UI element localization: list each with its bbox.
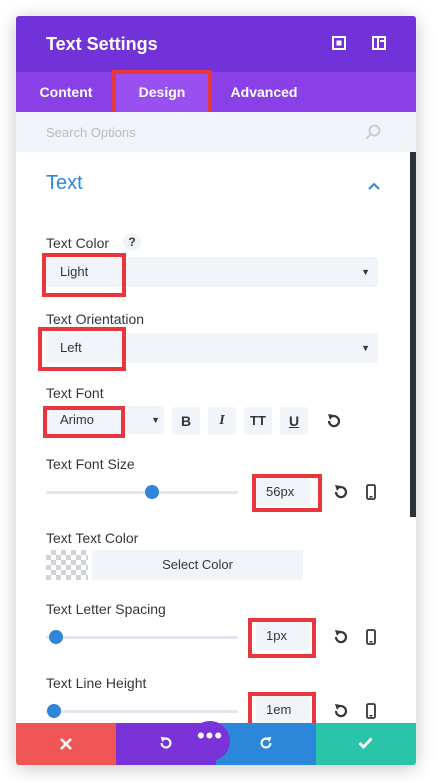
- text-color-label: Text Color: [46, 235, 110, 251]
- search-icon[interactable]: [364, 123, 382, 141]
- caret-down-icon: ▼: [361, 267, 370, 277]
- section-title: Text: [46, 172, 83, 194]
- caret-down-icon: ▼: [151, 415, 160, 425]
- cancel-button[interactable]: [16, 723, 116, 765]
- reset-icon[interactable]: [325, 412, 343, 430]
- letter-spacing-slider-thumb[interactable]: [49, 630, 63, 644]
- letter-spacing-slider[interactable]: [46, 636, 238, 639]
- chevron-up-icon[interactable]: [368, 182, 380, 190]
- font-size-highlight: [252, 474, 322, 512]
- line-height-slider[interactable]: [46, 710, 238, 713]
- italic-button[interactable]: I: [208, 407, 236, 435]
- action-bar: •••: [16, 721, 416, 765]
- reset-icon[interactable]: [332, 628, 350, 646]
- reset-icon[interactable]: [332, 702, 350, 720]
- font-size-slider[interactable]: [46, 491, 238, 494]
- scrollbar[interactable]: [410, 152, 416, 517]
- settings-panel: Text Settings Content Design Advanced Te…: [16, 16, 416, 765]
- font-size-slider-thumb[interactable]: [145, 485, 159, 499]
- search-input[interactable]: [46, 122, 356, 142]
- line-height-slider-thumb[interactable]: [47, 704, 61, 718]
- text-color-highlight: [42, 253, 126, 297]
- select-color-button[interactable]: Select Color: [92, 550, 303, 580]
- sidebar-toggle-icon[interactable]: [370, 34, 388, 52]
- search-bar: [16, 112, 416, 152]
- panel-title: Text Settings: [46, 34, 158, 54]
- letter-spacing-highlight: [248, 618, 316, 658]
- redo-icon: [260, 736, 272, 749]
- uppercase-button[interactable]: TT: [244, 407, 272, 435]
- fullscreen-icon[interactable]: [330, 34, 348, 52]
- save-button[interactable]: [316, 723, 416, 765]
- text-orientation-highlight: [38, 327, 126, 371]
- text-letter-spacing-label: Text Letter Spacing: [46, 601, 166, 617]
- check-icon: [358, 737, 373, 749]
- text-font-label: Text Font: [46, 385, 104, 401]
- mobile-icon[interactable]: [362, 483, 380, 501]
- caret-down-icon: ▼: [361, 343, 370, 353]
- redo-button[interactable]: [216, 723, 316, 765]
- text-line-height-label: Text Line Height: [46, 675, 147, 691]
- reset-icon[interactable]: [332, 483, 350, 501]
- settings-content: Text Text Color ? Light ▼ Text Orientati…: [16, 152, 416, 732]
- more-options-button[interactable]: •••: [190, 721, 230, 761]
- tab-bar: Content Design Advanced: [16, 72, 416, 112]
- tab-advanced[interactable]: Advanced: [214, 72, 314, 112]
- bold-button[interactable]: B: [172, 407, 200, 435]
- mobile-icon[interactable]: [362, 628, 380, 646]
- text-font-highlight: [43, 406, 125, 438]
- mobile-icon[interactable]: [362, 702, 380, 720]
- help-icon[interactable]: ?: [123, 233, 141, 251]
- design-tab-highlight: [112, 70, 212, 116]
- text-font-size-label: Text Font Size: [46, 456, 135, 472]
- panel-header: Text Settings: [16, 16, 416, 72]
- undo-icon: [160, 736, 172, 749]
- text-text-color-label: Text Text Color: [46, 530, 139, 546]
- color-swatch[interactable]: [46, 550, 88, 580]
- underline-button[interactable]: U: [280, 407, 308, 435]
- close-icon: [60, 738, 72, 750]
- tab-content[interactable]: Content: [16, 72, 116, 112]
- text-orientation-label: Text Orientation: [46, 311, 145, 327]
